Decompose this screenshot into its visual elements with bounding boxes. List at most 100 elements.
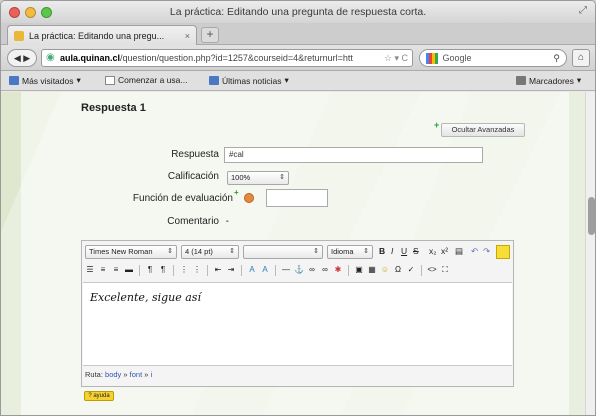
bookmark-label: Marcadores (529, 75, 574, 86)
path-item-i[interactable]: i (151, 370, 153, 379)
align-right-icon[interactable]: ≡ (111, 264, 121, 276)
url-path: /question/question.php?id=1257&courseid=… (120, 53, 353, 63)
subscript-button[interactable]: x₂ (429, 245, 437, 258)
bold-button[interactable]: B (379, 245, 385, 258)
special-char-icon[interactable]: Ω (393, 264, 403, 276)
rtl-icon[interactable]: ¶ (158, 264, 168, 276)
language-value: Idioma (331, 247, 354, 256)
bookmark-latest-news[interactable]: Últimas noticias ▾ (209, 75, 289, 86)
font-size-select[interactable]: 4 (14 pt) ⇕ (181, 245, 239, 259)
smiley-icon[interactable]: ☺ (380, 264, 390, 276)
text-color-icon[interactable]: A (247, 264, 257, 276)
bookmarks-menu[interactable]: Marcadores ▾ (516, 75, 581, 86)
tab-label: La práctica: Editando una pregu... (29, 30, 165, 41)
unordered-list-icon[interactable]: ⋮ (192, 264, 202, 276)
image-icon[interactable]: ▣ (354, 264, 364, 276)
new-tab-button[interactable]: + (201, 27, 219, 43)
window-title: La práctica: Editando una pregunta de re… (169, 6, 427, 18)
nolink-icon[interactable]: ✱ (333, 264, 343, 276)
editor-path: Ruta: body » font » i (85, 370, 153, 379)
search-icon[interactable]: ⚲ (553, 50, 560, 66)
search-bar[interactable]: Google ⚲ (419, 49, 567, 67)
fullscreen-editor-icon[interactable]: ⛶ (440, 264, 450, 276)
page-icon (105, 75, 115, 85)
answer-input[interactable]: #cal (224, 147, 483, 163)
language-select[interactable]: Idioma ⇕ (327, 245, 373, 259)
underline-button[interactable]: U (401, 245, 407, 258)
editor-content-area[interactable]: Excelente, sigue así (83, 282, 512, 366)
hide-advanced-button[interactable]: Ocultar Avanzadas (441, 123, 525, 137)
link-icon[interactable]: ∞ (307, 264, 317, 276)
bg-color-icon[interactable]: A (260, 264, 270, 276)
advanced-plus-icon: + (434, 120, 440, 130)
reload-icon[interactable]: ☆ ▾ C (380, 50, 408, 66)
google-engine-icon[interactable] (426, 53, 438, 65)
search-placeholder: Google (442, 53, 472, 63)
editor-toolbar-row-2: ☰ ≡ ≡ ▬ ¶ ¶ ⋮ ⋮ ⇤ ⇥ A A — ⚓ ∞ ∞ ✱ ▣ ▦ ☺ … (85, 263, 510, 277)
html-source-icon[interactable]: <> (427, 264, 437, 276)
graded-field[interactable] (266, 189, 328, 207)
font-family-select[interactable]: Times New Roman ⇕ (85, 245, 177, 259)
ordered-list-icon[interactable]: ⋮ (179, 264, 189, 276)
bookmark-label: Últimas noticias (222, 75, 282, 86)
anchor-icon[interactable]: ⚓ (294, 264, 304, 276)
font-family-value: Times New Roman (89, 247, 153, 256)
graded-plus-icon: + (234, 188, 239, 197)
path-item-body[interactable]: body (105, 370, 121, 379)
align-center-icon[interactable]: ≡ (98, 264, 108, 276)
answer-section-heading: Respuesta 1 (81, 102, 146, 114)
page-scrollbar[interactable] (585, 92, 595, 415)
browser-window: La práctica: Editando una pregunta de re… (0, 0, 596, 416)
chevron-updown-icon: ⇕ (279, 174, 285, 181)
strikethrough-button[interactable]: S (413, 245, 419, 258)
page-content: Respuesta 1 + Ocultar Avanzadas Respuest… (1, 92, 595, 415)
bookmark-label: Comenzar a usa... (118, 75, 188, 85)
tab-bar: La práctica: Editando una pregu... × + (1, 23, 595, 45)
bookmark-most-visited[interactable]: Más visitados ▾ (9, 75, 81, 86)
home-button[interactable]: ⌂ (572, 49, 590, 67)
comment-dash: - (225, 216, 229, 227)
rich-text-editor: Times New Roman ⇕ 4 (14 pt) ⇕ ⇕ Idioma ⇕ B … (81, 240, 514, 387)
fullscreen-icon[interactable]: ⤢ (579, 5, 587, 16)
spellcheck-icon[interactable]: ✓ (406, 264, 416, 276)
bookmarks-icon (516, 76, 526, 85)
moodle-favicon-icon (14, 30, 24, 41)
horizontal-rule-icon[interactable]: — (281, 264, 291, 276)
bookmarks-bar: Más visitados ▾ Comenzar a usa... Última… (1, 71, 595, 91)
grade-label: Calificación (167, 171, 219, 182)
grade-select[interactable]: 100% ⇕ (227, 171, 289, 185)
indent-icon[interactable]: ⇥ (226, 264, 236, 276)
tab-active[interactable]: La práctica: Editando una pregu... × (7, 25, 197, 45)
clean-icon[interactable]: ▤ (455, 245, 463, 258)
scrollbar-thumb[interactable] (588, 197, 595, 235)
undo-button[interactable]: ↶ (471, 245, 478, 258)
ltr-icon[interactable]: ¶ (145, 264, 155, 276)
unlink-icon[interactable]: ∞ (320, 264, 330, 276)
comment-label: Comentario (167, 216, 219, 227)
rss-icon (209, 76, 219, 85)
help-icon[interactable] (244, 193, 254, 203)
style-select[interactable]: ⇕ (243, 245, 323, 259)
editor-text: Excelente, sigue así (90, 291, 201, 304)
editor-help-badge[interactable]: ? ayuda (84, 391, 114, 401)
align-left-icon[interactable]: ☰ (85, 264, 95, 276)
path-item-font[interactable]: font (130, 370, 143, 379)
italic-button[interactable]: I (391, 245, 393, 258)
outdent-icon[interactable]: ⇤ (213, 264, 223, 276)
toggle-editor-button[interactable] (496, 245, 510, 259)
address-bar[interactable]: ◉ aula.quinan.cl/question/question.php?i… (41, 49, 413, 67)
answer-label: Respuesta (171, 149, 219, 160)
font-size-value: 4 (14 pt) (185, 247, 213, 256)
justify-icon[interactable]: ▬ (124, 264, 134, 276)
title-bar: La práctica: Editando una pregunta de re… (1, 1, 595, 23)
tab-close-icon[interactable]: × (185, 31, 190, 41)
superscript-button[interactable]: x² (441, 245, 448, 258)
back-button[interactable]: ◀ ▶ (7, 49, 37, 67)
bookmark-getting-started[interactable]: Comenzar a usa... (105, 75, 187, 85)
redo-button[interactable]: ↷ (483, 245, 490, 258)
navigation-bar: ◀ ▶ ◉ aula.quinan.cl/question/question.p… (1, 45, 595, 71)
table-icon[interactable]: ▦ (367, 264, 377, 276)
path-label: Ruta: (85, 370, 103, 379)
site-identity-icon[interactable]: ◉ (46, 50, 55, 66)
graded-label: Función de evaluación (132, 193, 233, 204)
